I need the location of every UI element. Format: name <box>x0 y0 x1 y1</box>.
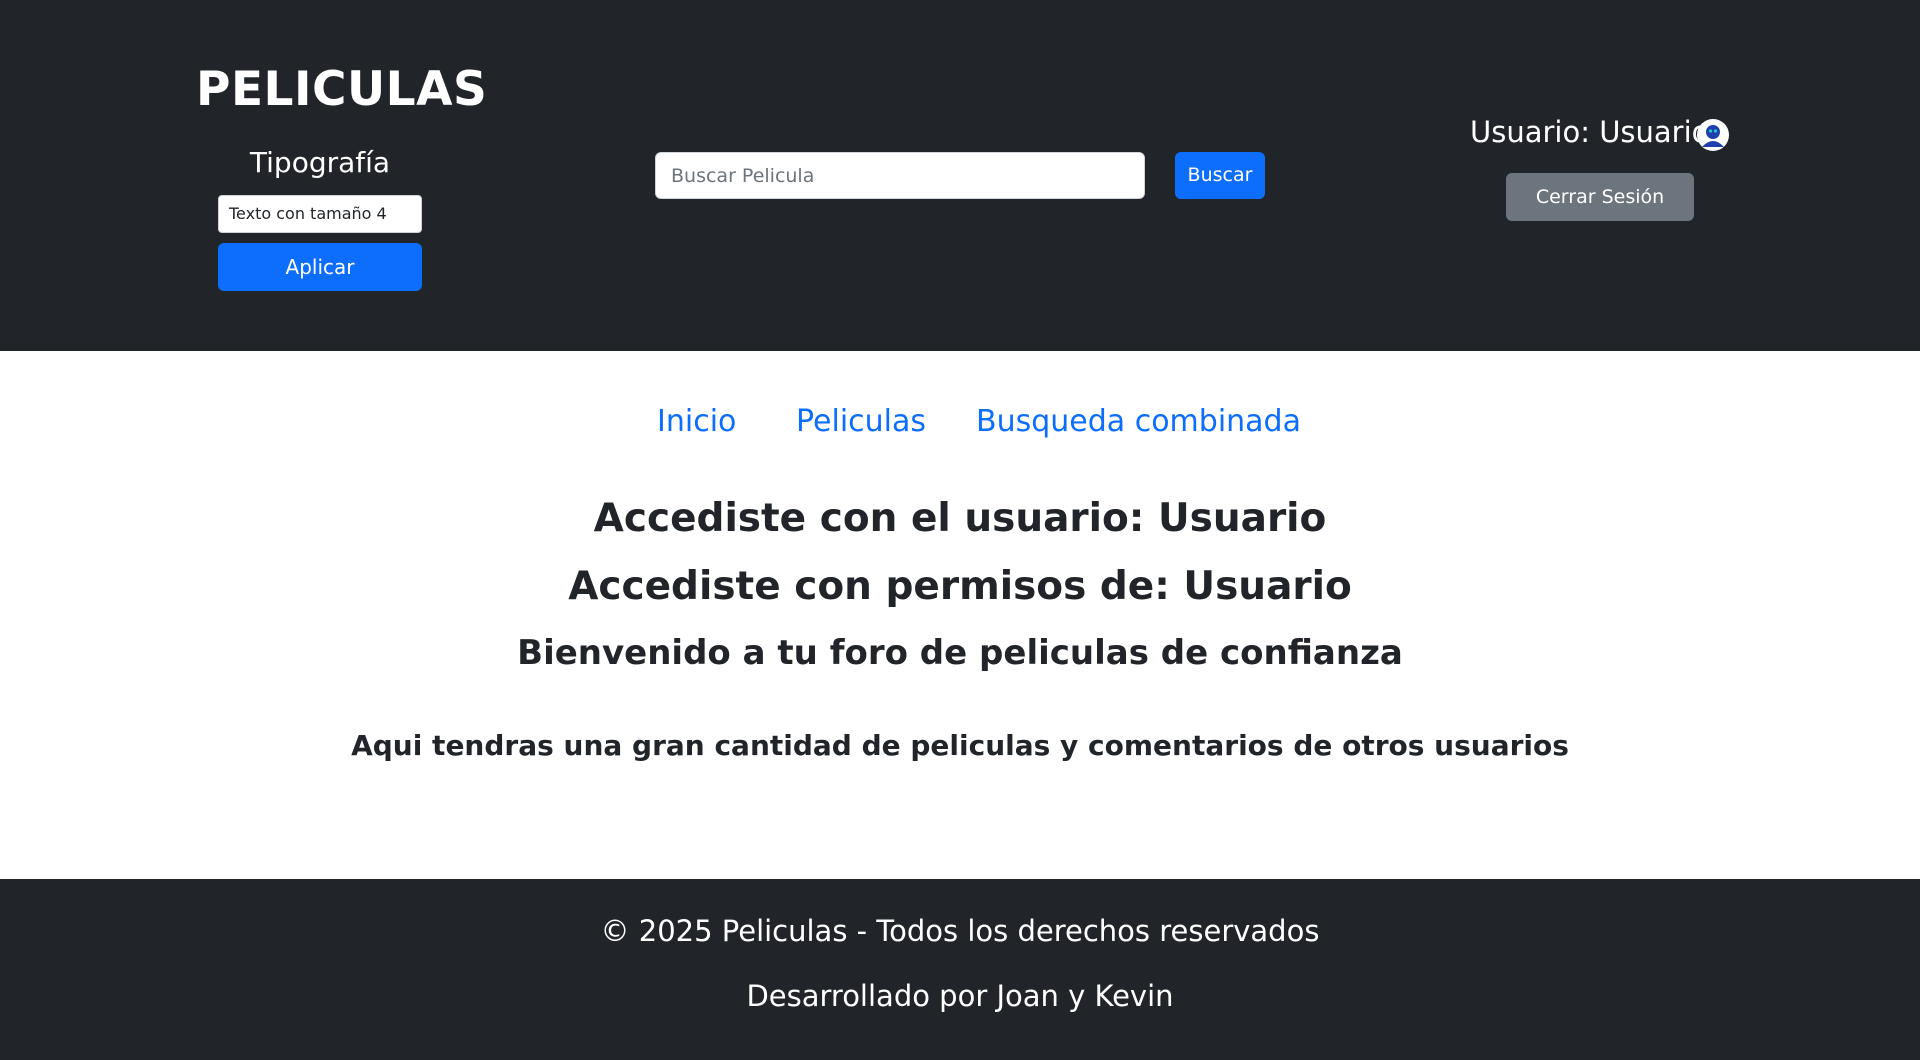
footer: © 2025 Peliculas - Todos los derechos re… <box>0 879 1920 1060</box>
nav-link-home[interactable]: Inicio <box>657 404 736 439</box>
footer-developers: Desarrollado por Joan y Kevin <box>746 979 1174 1013</box>
user-heading: Accediste con el usuario: Usuario <box>593 496 1327 541</box>
nav-link-combined-search[interactable]: Busqueda combinada <box>976 404 1301 439</box>
typography-title: Tipografía <box>249 146 391 179</box>
typography-select[interactable]: Texto con tamaño 4 <box>218 195 422 233</box>
site-brand: PELICULAS <box>196 62 488 117</box>
apply-button[interactable]: Aplicar <box>218 243 422 291</box>
intro-text: Aqui tendras una gran cantidad de pelicu… <box>351 729 1569 762</box>
main-nav: Inicio Peliculas Busqueda combinada <box>0 404 1920 448</box>
logout-button[interactable]: Cerrar Sesión <box>1506 173 1694 221</box>
search-button[interactable]: Buscar <box>1175 152 1265 199</box>
welcome-heading: Bienvenido a tu foro de peliculas de con… <box>517 633 1403 673</box>
search-input[interactable] <box>655 152 1145 199</box>
header: PELICULAS Tipografía Texto con tamaño 4 … <box>0 0 1920 351</box>
user-label: Usuario: Usuario <box>1470 115 1710 149</box>
user-avatar-icon <box>1697 119 1729 151</box>
permission-heading: Accediste con permisos de: Usuario <box>568 564 1352 609</box>
footer-copyright: © 2025 Peliculas - Todos los derechos re… <box>600 914 1320 948</box>
nav-link-movies[interactable]: Peliculas <box>796 404 926 439</box>
